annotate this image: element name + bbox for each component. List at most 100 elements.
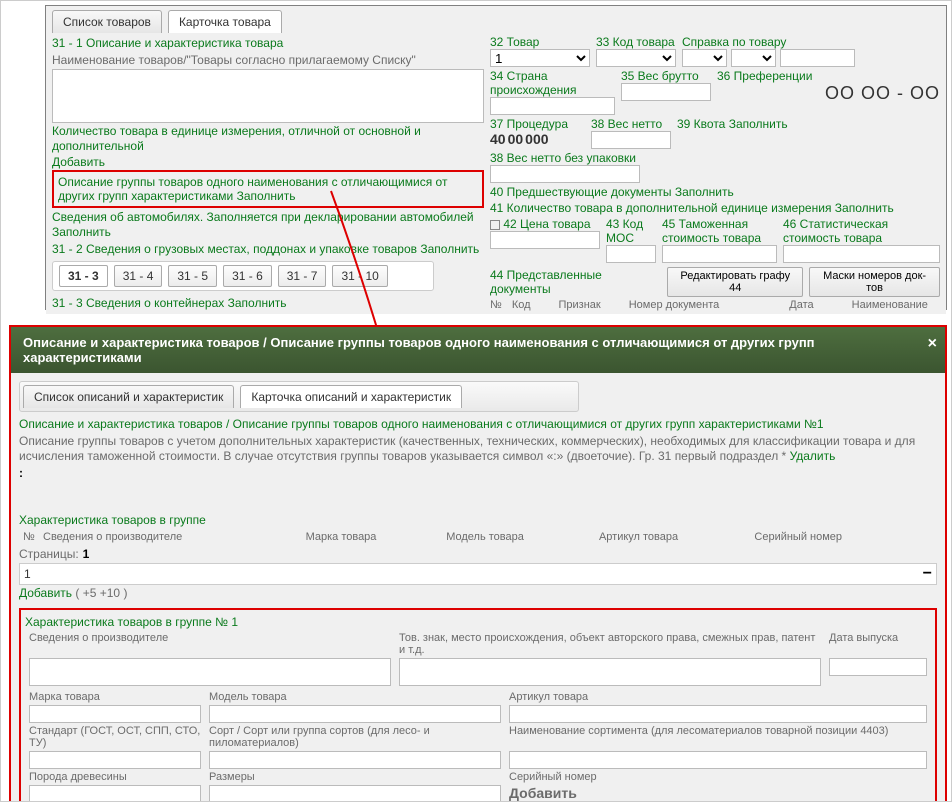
char-label: Характеристика товаров в группе	[19, 512, 937, 529]
lbl-mark: Тов. знак, место происхождения, объект а…	[395, 631, 825, 657]
label-38: 38 Вес нетто	[591, 117, 671, 131]
redbox-detail: Характеристика товаров в группе № 1 Свед…	[19, 608, 937, 802]
box-title: Характеристика товаров в группе № 1	[25, 614, 931, 631]
inp-wood[interactable]	[29, 785, 201, 802]
input-33d[interactable]	[780, 49, 855, 67]
dialog-header: Описание и характеристика товаров / Опис…	[11, 327, 945, 373]
delete-link[interactable]: Удалить	[790, 449, 836, 463]
input-34[interactable]	[490, 97, 615, 115]
top-panel: Список товаров Карточка товара 31 - 1 Оп…	[45, 5, 947, 310]
lbl-date: Дата выпуска	[825, 631, 931, 657]
inp-sort[interactable]	[209, 751, 501, 769]
lbl-model: Модель товара	[205, 690, 505, 704]
inp-sortname[interactable]	[509, 751, 927, 769]
lbl-brand: Марка товара	[25, 690, 205, 704]
inp-art[interactable]	[509, 705, 927, 723]
section-31-3: 31 - 3 Сведения о контейнерах	[52, 296, 224, 310]
pill-31-6[interactable]: 31 - 6	[223, 265, 272, 287]
right-column: 32 Товар 1 33 Код товара Справка по това…	[490, 35, 940, 312]
add-link-2[interactable]: Добавить	[19, 586, 72, 600]
tab-card[interactable]: Карточка товара	[168, 10, 282, 33]
dialog-title: Описание и характеристика товаров / Опис…	[23, 335, 815, 365]
fill-link-31-3[interactable]: Заполнить	[228, 296, 287, 310]
input-35[interactable]	[621, 83, 711, 101]
page-1[interactable]: 1	[83, 547, 90, 561]
label-38-2: 38 Вес нетто без упаковки	[490, 151, 940, 165]
select-33b[interactable]	[682, 49, 727, 67]
value-36: ОО ОО - ОО	[717, 83, 940, 104]
th-model: Модель товара	[442, 529, 595, 545]
select-33a[interactable]	[596, 49, 676, 67]
pill-31-5[interactable]: 31 - 5	[168, 265, 217, 287]
close-icon[interactable]: ×	[928, 335, 937, 353]
lbl-art: Артикул товара	[505, 690, 931, 704]
naimen-textarea[interactable]	[52, 69, 484, 123]
th-no: №	[19, 529, 39, 545]
plus10[interactable]: +10 )	[100, 586, 128, 600]
lbl-std: Стандарт (ГОСТ, ОСТ, СПП, СТО, ТУ)	[25, 724, 205, 750]
select-32[interactable]: 1	[490, 49, 590, 67]
input-43[interactable]	[606, 245, 656, 263]
select-33c[interactable]	[731, 49, 776, 67]
hdr-data: Дата	[789, 299, 813, 311]
line1: Описание и характеристика товаров / Опис…	[19, 416, 937, 433]
top-tabs: Список товаров Карточка товара	[46, 6, 946, 33]
pill-31-7[interactable]: 31 - 7	[278, 265, 327, 287]
label-44: 44 Представленные документы	[490, 268, 661, 296]
tab-list[interactable]: Список товаров	[52, 10, 162, 33]
naimen-label: Наименование товаров/"Товары согласно пр…	[52, 52, 484, 69]
plus5[interactable]: ( +5	[75, 586, 96, 600]
hdr-naim: Наименование	[852, 299, 928, 311]
fill-link-31-2[interactable]: Заполнить	[420, 242, 479, 256]
lbl-prod: Сведения о производителе	[25, 631, 395, 657]
fill-link-39[interactable]: Заполнить	[729, 117, 788, 131]
row-1-num: 1	[24, 567, 31, 581]
hdr-nomer: Номер документа	[629, 299, 720, 311]
colon-value: :	[19, 465, 937, 482]
inp-dim[interactable]	[209, 785, 501, 802]
inp-model[interactable]	[209, 705, 501, 723]
pages-label: Страницы:	[19, 547, 79, 561]
line2: Описание группы товаров с учетом дополни…	[19, 433, 937, 465]
inp-std[interactable]	[29, 751, 201, 769]
tab-card-desc[interactable]: Карточка описаний и характеристик	[240, 385, 462, 408]
pill-row: 31 - 3 31 - 4 31 - 5 31 - 6 31 - 7 31 - …	[52, 261, 434, 291]
pill-31-10[interactable]: 31 - 10	[332, 265, 387, 287]
fill-link-auto[interactable]: Заполнить	[52, 225, 111, 239]
bottom-tabs: Список описаний и характеристик Карточка…	[19, 381, 579, 412]
th-brand: Марка товара	[302, 529, 443, 545]
ta-mark[interactable]	[399, 658, 821, 686]
inp-date[interactable]	[829, 658, 927, 676]
pill-31-3[interactable]: 31 - 3	[59, 265, 108, 287]
tab-list-desc[interactable]: Список описаний и характеристик	[23, 385, 234, 408]
add-link-1[interactable]: Добавить	[52, 155, 105, 169]
fill-link-40[interactable]: Заполнить	[675, 185, 734, 199]
button-edit-44[interactable]: Редактировать графу 44	[667, 267, 803, 297]
button-mask[interactable]: Маски номеров док-тов	[809, 267, 940, 297]
fill-link-41[interactable]: Заполнить	[835, 201, 894, 215]
row-minus-icon[interactable]: −	[923, 565, 932, 583]
hdr-prizn: Признак	[559, 299, 601, 311]
pill-31-4[interactable]: 31 - 4	[114, 265, 163, 287]
lbl-serial: Серийный номер	[505, 770, 931, 784]
label-42: 42 Цена товара	[503, 217, 590, 231]
label-43: 43 Код МОС	[606, 217, 656, 245]
lbl-sortname: Наименование сортимента (для лесоматериа…	[505, 724, 931, 750]
strong-add[interactable]: Добавить	[505, 784, 931, 802]
hdr-no: №	[490, 299, 502, 311]
label-35: 35 Вес брутто	[621, 69, 711, 83]
inp-brand[interactable]	[29, 705, 201, 723]
ta-prod[interactable]	[29, 658, 391, 686]
label-37: 37 Процедура	[490, 117, 585, 131]
input-42[interactable]	[490, 231, 600, 249]
doc-headers: № Код Признак Номер документа Дата Наиме…	[490, 297, 940, 311]
input-46[interactable]	[783, 245, 940, 263]
input-45[interactable]	[662, 245, 777, 263]
input-38[interactable]	[591, 131, 671, 149]
qty-label: Количество товара в единице измерения, о…	[52, 123, 484, 155]
checkbox-42-icon[interactable]	[490, 220, 500, 230]
input-38-2[interactable]	[490, 165, 640, 183]
fill-link-1[interactable]: Заполнить	[237, 189, 296, 203]
val-37a: 40	[490, 131, 506, 147]
section-31-1: 31 - 1 Описание и характеристика товара	[52, 35, 484, 52]
